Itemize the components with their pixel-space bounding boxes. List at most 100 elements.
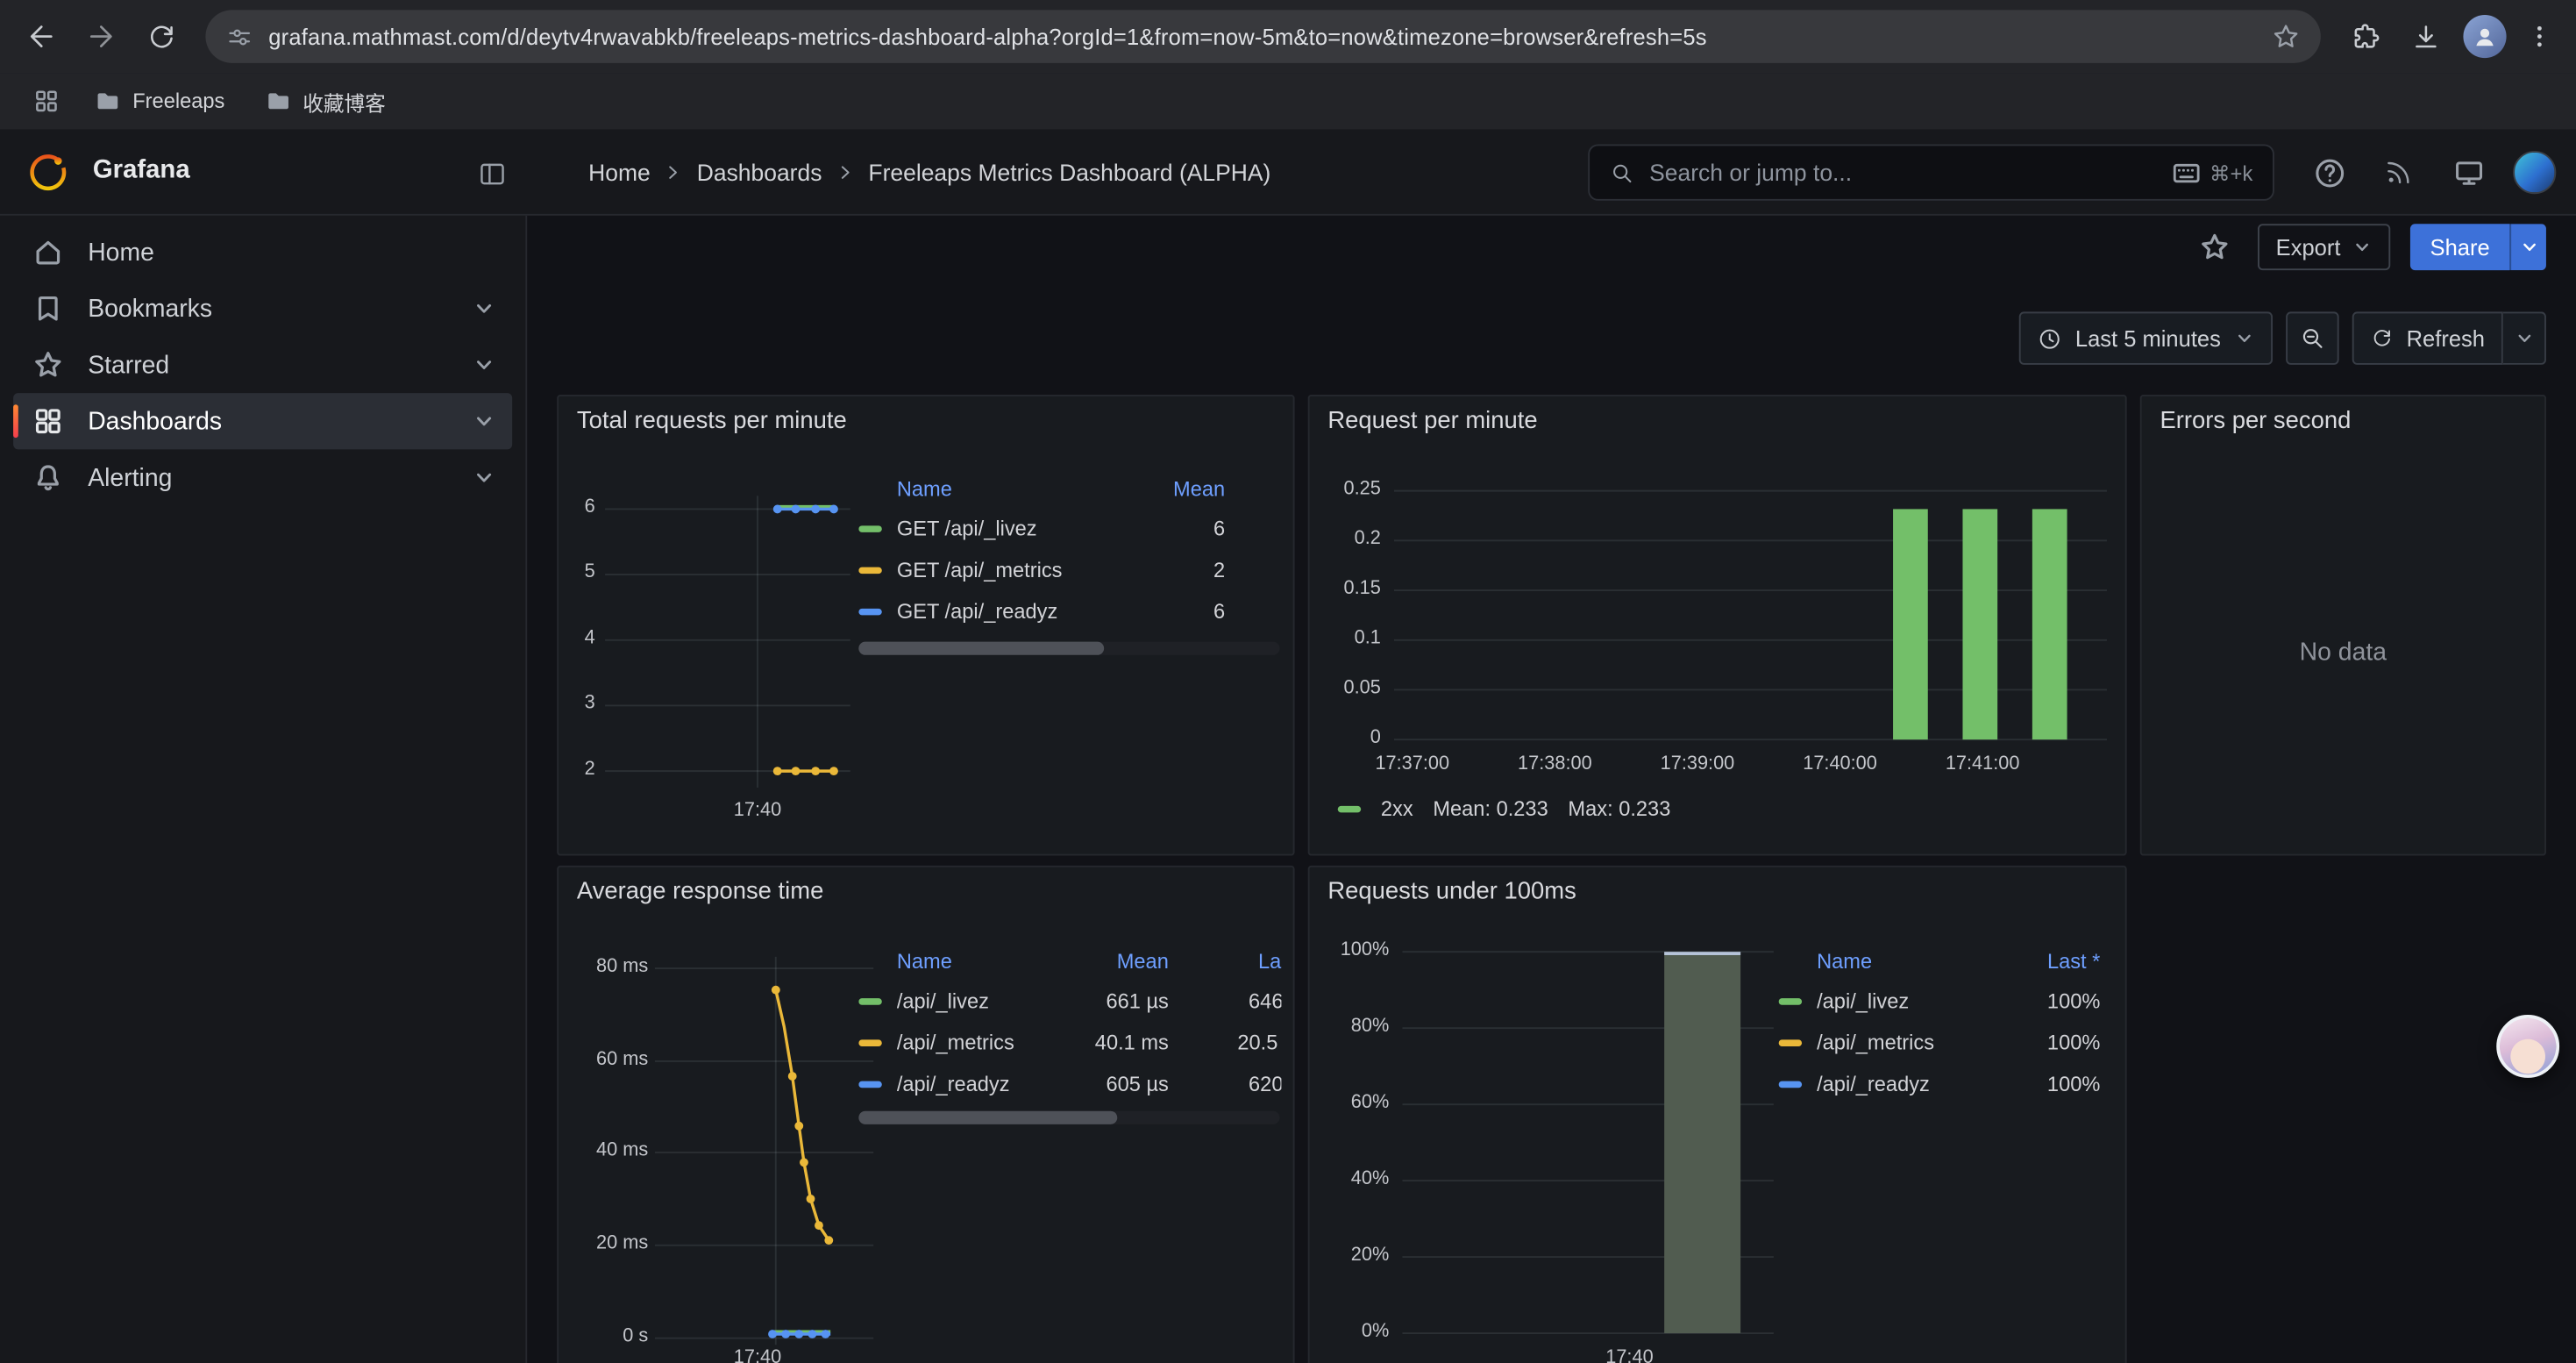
bar-under-100ms [1664,952,1740,1333]
chevron-down-icon[interactable] [473,353,495,376]
series-color-swatch [1338,806,1361,813]
legend-header-mean[interactable]: Mean [1079,950,1169,973]
zoom-out-time-button[interactable] [2286,311,2338,364]
series-color-swatch [858,608,881,615]
extensions-button[interactable] [2338,8,2394,64]
series-last: 646 µs [1195,989,1281,1012]
floating-assistant-avatar[interactable] [2496,1015,2559,1078]
scrollbar-thumb[interactable] [858,642,1104,655]
series-name[interactable]: 2xx [1381,797,1413,820]
share-button[interactable]: Share [2410,224,2509,270]
series-name[interactable]: /api/_livez [1817,989,1999,1012]
back-icon [25,20,58,54]
apps-shortcut-button[interactable] [23,78,69,125]
line-chart [655,944,874,1359]
grafana-logo[interactable] [26,151,69,194]
legend-header-mean[interactable]: Mean [1135,477,1225,500]
legend-header-last[interactable]: Last * [1195,950,1281,973]
series-name[interactable]: /api/_readyz [897,1072,1079,1095]
legend-header-name[interactable]: Name [897,950,1079,973]
dashboards-grid-icon [33,406,63,436]
panel-title[interactable]: Request per minute [1327,408,1537,434]
series-name[interactable]: GET /api/_readyz [897,599,1135,622]
no-data-message: No data [2142,639,2544,667]
series-name[interactable]: /api/_metrics [897,1031,1079,1053]
series-name[interactable]: /api/_readyz [1817,1072,1999,1095]
y-tick: 2 [559,760,595,780]
sidebar-item-home[interactable]: Home [13,224,512,280]
browser-menu-button[interactable] [2516,8,2563,64]
series-mean: Mean: 0.233 [1433,797,1548,820]
legend-table: Name Mean Last * /api/_livez 661 µs 646 … [858,944,1281,1118]
sidebar-item-dashboards[interactable]: Dashboards [13,393,512,449]
bookmark-folder-blog[interactable]: 收藏博客 [250,79,401,124]
downloads-button[interactable] [2397,8,2453,64]
chevron-down-icon [2234,328,2254,348]
profile-button[interactable] [2457,8,2513,64]
bookmark-star-icon[interactable] [2271,22,2301,52]
scrollbar-thumb[interactable] [858,1111,1117,1124]
sidebar-item-bookmarks[interactable]: Bookmarks [13,281,512,337]
chevron-down-icon[interactable] [473,466,495,489]
news-button[interactable] [2373,147,2423,197]
favorite-dashboard-button[interactable] [2191,224,2238,270]
panel-title[interactable]: Errors per second [2160,408,2351,434]
share-menu-button[interactable] [2509,224,2546,270]
chevron-right-icon [836,162,856,182]
series-name[interactable]: GET /api/_metrics [897,558,1135,581]
breadcrumb: Home Dashboards Freeleaps Metrics Dashbo… [588,129,1270,215]
legend-header-name[interactable]: Name [897,477,1135,500]
export-button[interactable]: Export [2258,224,2390,270]
x-tick: 17:40 [708,1348,807,1363]
legend-header-last[interactable]: Last * [1999,950,2100,973]
breadcrumb-home[interactable]: Home [588,159,651,185]
grafana-brand: Grafana [93,156,190,186]
search-input[interactable]: Search or jump to... ⌘+k [1588,144,2274,200]
series-name[interactable]: /api/_livez [897,989,1079,1012]
puzzle-icon [2350,21,2381,53]
forward-button[interactable] [73,8,129,64]
bell-icon [33,462,63,492]
monitor-icon [2452,157,2484,189]
series-name[interactable]: /api/_metrics [1817,1031,1999,1053]
user-avatar[interactable] [2513,151,2556,194]
y-tick: 80% [1310,1017,1390,1037]
search-placeholder: Search or jump to... [1649,159,2158,185]
y-tick: 40 ms [559,1141,648,1161]
sidebar-item-starred[interactable]: Starred [13,337,512,393]
download-icon [2409,21,2441,53]
panel-title[interactable]: Requests under 100ms [1327,879,1576,905]
refresh-button[interactable]: Refresh [2352,311,2503,364]
bar-2xx [1962,509,1997,739]
active-indicator [13,404,18,438]
bookmark-icon [33,294,63,324]
back-button[interactable] [13,8,69,64]
sidebar: Home Bookmarks Starred Dashboards [0,216,527,1363]
chevron-down-icon[interactable] [473,410,495,432]
legend-scrollbar[interactable] [858,642,1279,655]
chevron-down-icon[interactable] [473,296,495,319]
panel-title[interactable]: Average response time [577,879,823,905]
breadcrumb-dashboards[interactable]: Dashboards [697,159,822,185]
series-last: 100% [1999,1072,2100,1095]
dashboard-canvas: Export Share Last 5 minutes [527,216,2576,1363]
legend-scrollbar[interactable] [858,1111,1279,1124]
bookmark-folder-freeleaps[interactable]: Freeleaps [80,82,240,121]
series-color-swatch [1779,1038,1802,1045]
display-button[interactable] [2444,147,2494,197]
legend-row: /api/_metrics 100% [1779,1022,2101,1063]
panel-left-icon [477,159,507,189]
series-color-swatch [858,1038,881,1045]
reload-button[interactable] [132,8,189,64]
chevron-right-icon [664,162,684,182]
url-bar[interactable]: grafana.mathmast.com/d/deytv4rwavabkb/fr… [205,10,2320,62]
refresh-interval-button[interactable] [2503,311,2546,364]
legend-header-name[interactable]: Name [1817,950,1999,973]
sidebar-item-alerting[interactable]: Alerting [13,449,512,505]
time-range-picker[interactable]: Last 5 minutes [2019,311,2273,364]
series-name[interactable]: GET /api/_livez [897,517,1135,539]
chevron-down-icon [2519,237,2539,257]
panel-title[interactable]: Total requests per minute [577,408,847,434]
sidebar-collapse-button[interactable] [471,153,514,196]
help-button[interactable] [2304,147,2354,197]
